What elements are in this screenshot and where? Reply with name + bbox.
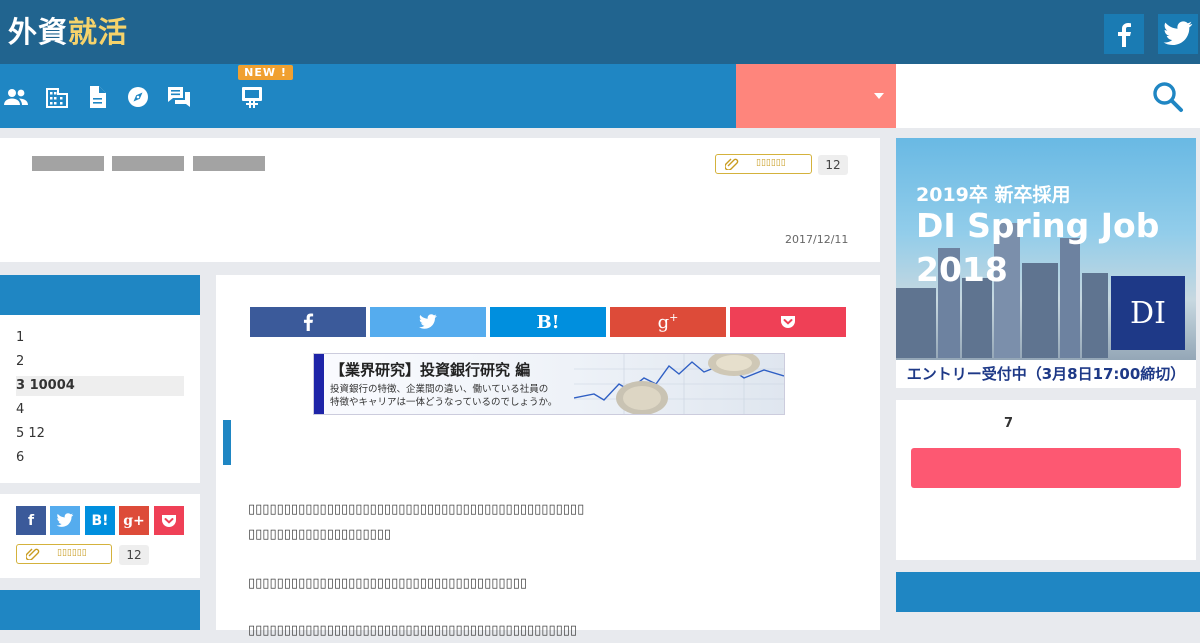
sidebar-hatena-button[interactable]: B!	[85, 506, 115, 535]
twitter-icon	[419, 314, 437, 329]
twitter-icon	[1163, 21, 1193, 45]
stock-chart-graphic	[574, 354, 784, 414]
pocket-icon	[162, 514, 176, 527]
nav-dropdown[interactable]	[736, 64, 896, 128]
chat-icon	[168, 87, 190, 107]
section-heading-marker	[223, 420, 231, 465]
share-hatena-button[interactable]: B!	[490, 307, 606, 337]
header-twitter-button[interactable]	[1158, 14, 1198, 54]
pocket-icon	[781, 316, 795, 328]
nav-people[interactable]	[3, 84, 29, 110]
board-icon	[242, 87, 262, 108]
clip-label: ▯▯▯▯▯▯	[756, 158, 786, 168]
di-spring-job-ad[interactable]: 2019卒 新卒採用 DI Spring Job 2018 DI エントリー受付…	[896, 138, 1196, 388]
people-icon	[4, 89, 28, 105]
nav-new-board[interactable]	[239, 84, 265, 110]
investment-banking-banner[interactable]: 【業界研究】投資銀行研究 編 投資銀行の特徴、企業間の違い、働いている社員の 特…	[313, 353, 785, 415]
facebook-icon	[1118, 23, 1131, 47]
di-logo: DI	[1111, 276, 1185, 350]
nav-documents[interactable]	[84, 84, 110, 110]
googleplus-icon: g+	[657, 311, 679, 333]
ranking-number: 7	[1004, 416, 1014, 431]
sidebar-clip-count: 12	[119, 545, 149, 565]
paragraph-1: ▯▯▯▯▯▯▯▯▯▯▯▯▯▯▯▯▯▯▯▯▯▯▯▯▯▯▯▯▯▯▯▯▯▯▯▯▯▯▯▯…	[248, 502, 585, 542]
site-header	[0, 0, 1200, 64]
share-pocket-button[interactable]	[730, 307, 846, 337]
paragraph-2: ▯▯▯▯▯▯▯▯▯▯▯▯▯▯▯▯▯▯▯▯▯▯▯▯▯▯▯▯▯▯▯▯▯▯▯▯▯▯▯	[248, 576, 527, 591]
ad-entry-text: エントリー受付中（3月8日17:00締切）	[896, 360, 1196, 388]
site-logo[interactable]: 外資就活	[8, 12, 128, 52]
new-badge: NEW !	[238, 65, 293, 80]
sidebar-googleplus-button[interactable]: g+	[119, 506, 149, 535]
sidebar-pocket-button[interactable]	[154, 506, 184, 535]
sidebar-section-header	[0, 590, 200, 630]
hatena-icon: B!	[91, 512, 109, 529]
googleplus-icon: g+	[123, 512, 145, 529]
twitter-icon	[56, 513, 74, 527]
clip-label: ▯▯▯▯▯▯	[57, 548, 87, 558]
ad-building	[896, 288, 936, 358]
paragraph-3: ▯▯▯▯▯▯▯▯▯▯▯▯▯▯▯▯▯▯▯▯▯▯▯▯▯▯▯▯▯▯▯▯▯▯▯▯▯▯▯▯…	[248, 623, 578, 638]
compass-icon	[128, 87, 148, 107]
search-icon[interactable]	[1152, 81, 1184, 113]
breadcrumb-item[interactable]	[32, 156, 104, 171]
sidebar-share: f B! g+ ▯▯▯▯▯▯ 12	[0, 494, 200, 578]
banner-line-2: 特徴やキャリアは一体どうなっているのでしょうか。	[330, 397, 558, 408]
sidebar-facebook-button[interactable]: f	[16, 506, 46, 535]
breadcrumb-item[interactable]	[193, 156, 265, 171]
banner-line-1: 投資銀行の特徴、企業間の違い、働いている社員の	[330, 384, 549, 395]
sidebar-twitter-button[interactable]	[50, 506, 80, 535]
facebook-icon: f	[27, 512, 35, 529]
nav-forum[interactable]	[166, 84, 192, 110]
nav-companies[interactable]	[44, 84, 70, 110]
table-of-contents: 1 2 3 10004 4 5 12 6	[0, 315, 200, 483]
building-icon	[46, 88, 68, 108]
ranking-widget: 7	[896, 400, 1196, 560]
toc-header	[0, 275, 200, 315]
banner-stripe	[314, 354, 324, 414]
clip-count: 12	[818, 155, 848, 175]
share-twitter-button[interactable]	[370, 307, 486, 337]
main-nav	[0, 64, 736, 128]
hatena-icon: B!	[536, 311, 560, 333]
share-googleplus-button[interactable]: g+	[610, 307, 726, 337]
header-facebook-button[interactable]	[1104, 14, 1144, 54]
facebook-icon	[303, 313, 314, 331]
paperclip-icon	[725, 158, 739, 170]
right-section-header	[896, 572, 1200, 612]
toc-item-2[interactable]: 2	[16, 352, 184, 372]
paperclip-icon	[26, 548, 40, 560]
breadcrumb-item[interactable]	[112, 156, 184, 171]
ranking-button[interactable]	[911, 448, 1181, 488]
banner-title: 【業界研究】投資銀行研究 編	[330, 361, 531, 379]
document-icon	[90, 86, 106, 108]
toc-item-4[interactable]: 4	[16, 400, 184, 420]
nav-explore[interactable]	[125, 84, 151, 110]
toc-item-1[interactable]: 1	[16, 328, 184, 348]
logo-text-part1: 外資	[8, 15, 69, 49]
sidebar-clip-button[interactable]: ▯▯▯▯▯▯	[16, 544, 112, 564]
toc-item-5[interactable]: 5 12	[16, 424, 184, 444]
logo-text-part2: 就活	[68, 15, 129, 49]
share-facebook-button[interactable]	[250, 307, 366, 337]
toc-item-3[interactable]: 3 10004	[16, 376, 184, 396]
clip-button[interactable]: ▯▯▯▯▯▯	[715, 154, 812, 174]
article-date: 2017/12/11	[785, 233, 849, 246]
caret-down-icon	[874, 93, 884, 99]
toc-item-6[interactable]: 6	[16, 448, 184, 468]
search-area[interactable]	[896, 64, 1200, 128]
ad-headline: 2019卒 新卒採用	[916, 184, 1071, 206]
banner-description: 投資銀行の特徴、企業間の違い、働いている社員の 特徴やキャリアは一体どうなってい…	[330, 383, 557, 409]
